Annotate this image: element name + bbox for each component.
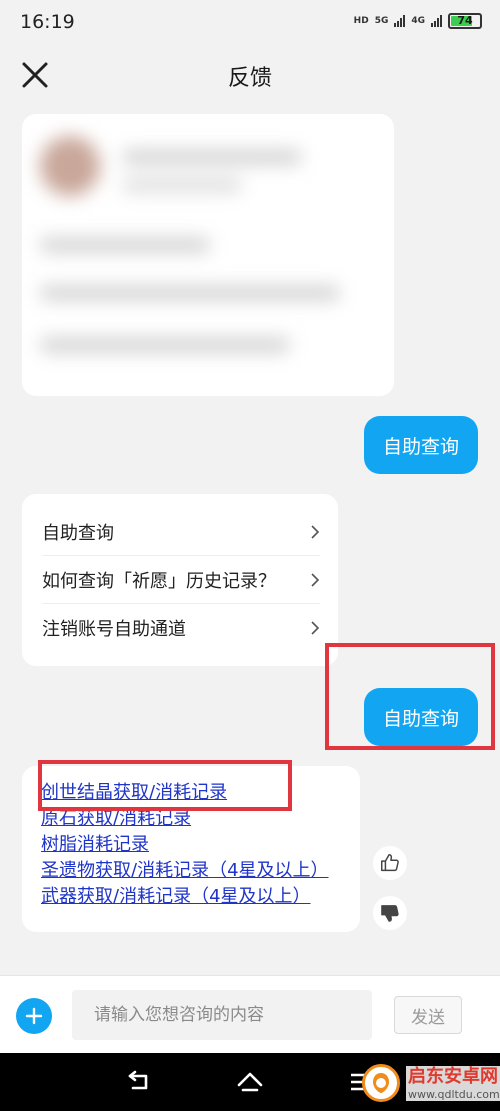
add-attachment-button[interactable] — [16, 998, 52, 1034]
thumbs-up-button[interactable] — [373, 846, 407, 880]
blurred-avatar — [40, 136, 100, 196]
link-resin-record[interactable]: 树脂消耗记录 — [41, 832, 360, 858]
battery-icon: 74 — [448, 13, 482, 29]
send-button[interactable]: 发送 — [394, 996, 462, 1034]
signal-4g-icon — [431, 15, 442, 27]
status-time: 16:19 — [20, 11, 75, 33]
chevron-right-icon — [311, 621, 320, 635]
site-watermark: 启东安卓网 www.qdltdu.com — [362, 1058, 500, 1108]
watermark-logo-icon — [362, 1064, 400, 1102]
menu-item-wish-history[interactable]: 如何查询「祈愿」历史记录？ — [42, 556, 320, 604]
user-message-bubble: 自助查询 — [364, 416, 478, 474]
link-artifact-record[interactable]: 圣遗物获取/消耗记录（4星及以上） — [41, 858, 360, 884]
user-message-text: 自助查询 — [382, 435, 459, 458]
watermark-url: www.qdltdu.com — [406, 1087, 500, 1101]
message-input[interactable] — [72, 990, 372, 1040]
menu-item-label: 注销账号自助通道 — [42, 619, 186, 640]
network-4g-label: 4G — [411, 16, 425, 26]
thumbs-down-button[interactable] — [373, 896, 407, 930]
plus-icon — [25, 1007, 43, 1025]
chevron-right-icon — [311, 524, 320, 539]
signal-5g-icon — [394, 15, 406, 27]
battery-level: 74 — [457, 14, 473, 27]
highlight-box-link — [38, 760, 292, 811]
network-5g-label: 5G — [374, 16, 389, 26]
header: 反馈 — [0, 44, 500, 106]
blurred-message-card — [22, 114, 394, 396]
menu-item-label: 如何查询「祈愿」历史记录？ — [42, 570, 276, 592]
status-icons: HD 5G 4G 74 — [354, 13, 482, 29]
input-bar: 发送 — [0, 975, 500, 1053]
home-nav-icon[interactable] — [235, 1067, 265, 1097]
quick-menu-card: 自助查询 如何查询「祈愿」历史记录？ 注销账号自助通道 — [22, 494, 338, 666]
thumbs-down-icon — [381, 905, 399, 922]
status-bar: 16:19 HD 5G 4G 74 — [0, 0, 500, 44]
menu-item-label: 自助查询 — [42, 522, 114, 544]
menu-item-self-service[interactable]: 自助查询 — [42, 508, 320, 556]
link-weapon-record[interactable]: 武器获取/消耗记录（4星及以上） — [41, 884, 360, 910]
chevron-right-icon — [311, 572, 320, 587]
menu-item-cancel-account[interactable]: 注销账号自助通道 — [42, 604, 320, 652]
thumbs-up-icon — [381, 854, 399, 872]
back-nav-icon[interactable] — [124, 1067, 154, 1097]
page-title: 反馈 — [227, 66, 272, 91]
watermark-name: 启东安卓网 — [406, 1065, 500, 1088]
hd-indicator: HD — [353, 16, 369, 26]
highlight-box-bubble — [325, 643, 495, 750]
